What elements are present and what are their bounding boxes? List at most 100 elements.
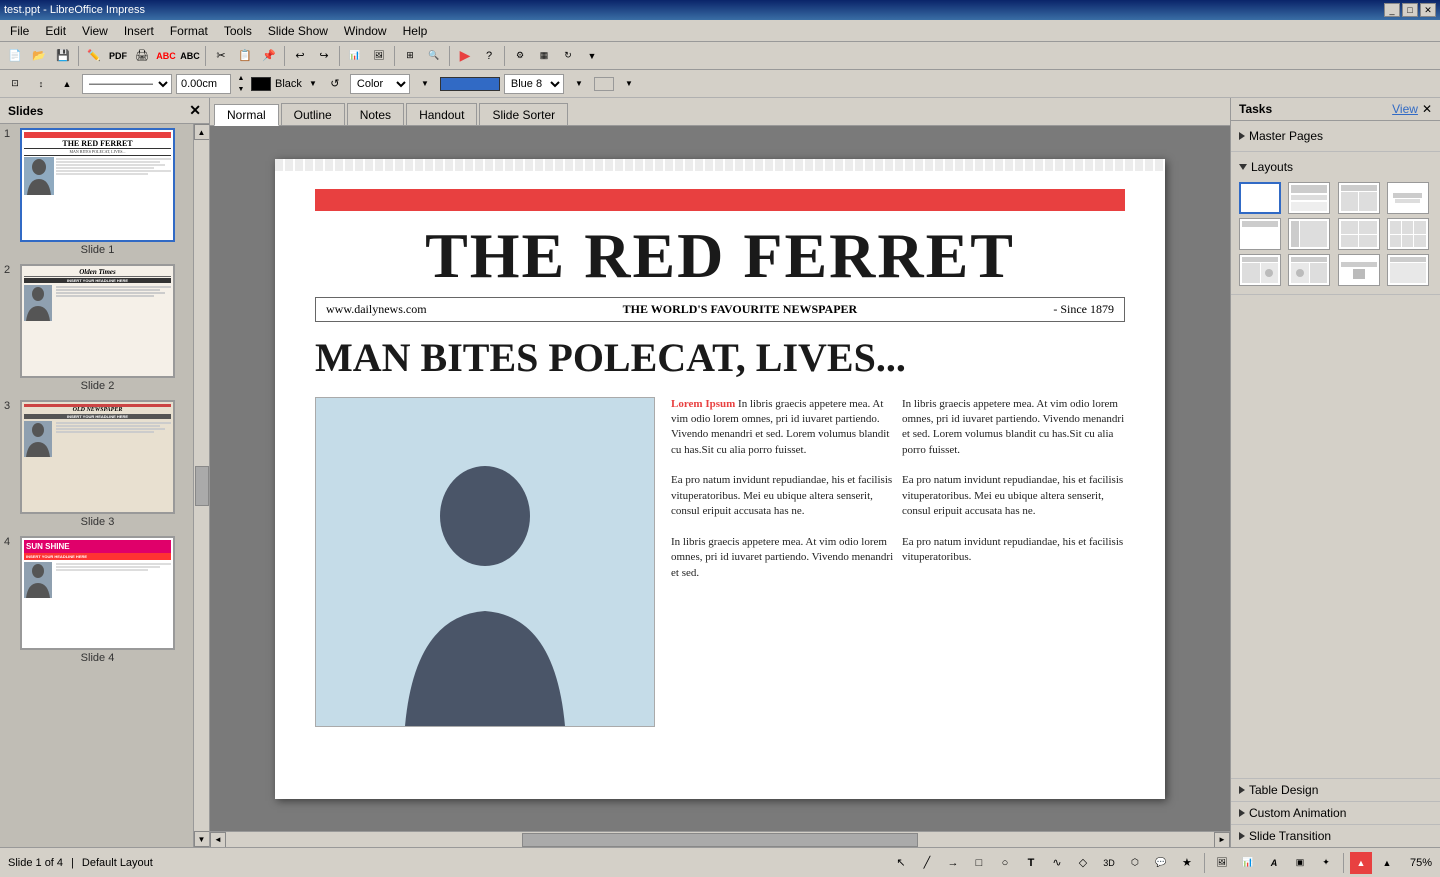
line-width-input[interactable]: 0.00cm — [176, 74, 231, 94]
navigator-button[interactable]: ⊞ — [399, 45, 421, 67]
slides-scroll-up[interactable]: ▲ — [194, 124, 210, 140]
effects-btn[interactable]: ✦ — [1315, 852, 1337, 874]
tab-notes[interactable]: Notes — [347, 103, 404, 125]
reset-button[interactable]: ↺ — [324, 73, 346, 95]
spellcheck-button[interactable]: ABC — [155, 45, 177, 67]
rotate-button[interactable]: ↻ — [557, 45, 579, 67]
slides-list[interactable]: 1 THE RED FERRET MAN BITES POLECAT, LIVE… — [0, 124, 193, 847]
layout-vertical[interactable] — [1288, 218, 1330, 250]
insert-image[interactable]: 🖼 — [1211, 852, 1233, 874]
spin-up[interactable]: ▲ — [56, 73, 78, 95]
new-button[interactable]: 📄 — [4, 45, 26, 67]
right-panel-close[interactable]: ✕ — [1422, 102, 1432, 116]
tab-slide-sorter[interactable]: Slide Sorter — [479, 103, 568, 125]
copy-button[interactable]: 📋 — [234, 45, 256, 67]
slide-thumb-3[interactable]: OLD NEWSPAPER INSERT YOUR HEADLINE HERE — [20, 400, 175, 514]
draw-rect[interactable]: □ — [968, 852, 990, 874]
layout-centered[interactable] — [1387, 182, 1429, 214]
draw-stars[interactable]: ★ — [1176, 852, 1198, 874]
table-design-section[interactable]: Table Design — [1231, 778, 1440, 801]
fontwork[interactable]: A — [1263, 852, 1285, 874]
slide-item-4[interactable]: 4 SUN SHINE INSERT YOUR HEADLINE HERE — [4, 536, 189, 664]
layout-4-content[interactable] — [1338, 218, 1380, 250]
tab-outline[interactable]: Outline — [281, 103, 345, 125]
draw-ellipse[interactable]: ○ — [994, 852, 1016, 874]
pdf-button[interactable]: PDF — [107, 45, 129, 67]
draw-curves[interactable]: ∿ — [1046, 852, 1068, 874]
menu-help[interactable]: Help — [395, 22, 436, 40]
layouts-header[interactable]: Layouts — [1239, 156, 1432, 178]
insert-chart[interactable]: 📊 — [1237, 852, 1259, 874]
layout-title-2col[interactable] — [1338, 182, 1380, 214]
area-dropdown-btn[interactable]: ▼ — [414, 73, 436, 95]
slide-thumb-4[interactable]: SUN SHINE INSERT YOUR HEADLINE HERE — [20, 536, 175, 650]
slides-scroll-down[interactable]: ▼ — [194, 831, 210, 847]
slide-thumb-2[interactable]: Olden Times INSERT YOUR HEADLINE HERE — [20, 264, 175, 378]
slides-close-icon[interactable]: ✕ — [189, 102, 201, 119]
spellcheck2-button[interactable]: ABC — [179, 45, 201, 67]
tools2-button[interactable]: ⚙ — [509, 45, 531, 67]
arrange-button[interactable]: ▦ — [533, 45, 555, 67]
layout-title-clip[interactable] — [1338, 254, 1380, 286]
open-button[interactable]: 📂 — [28, 45, 50, 67]
draw-text[interactable]: T — [1020, 852, 1042, 874]
layout-clip[interactable] — [1239, 254, 1281, 286]
layout-title-centered[interactable] — [1387, 254, 1429, 286]
master-pages-header[interactable]: Master Pages — [1239, 125, 1432, 147]
layout-flip-clip[interactable] — [1288, 254, 1330, 286]
width-down[interactable]: ▼ — [235, 84, 247, 94]
play-button[interactable]: ▶ — [454, 45, 476, 67]
minimize-button[interactable]: _ — [1384, 3, 1400, 17]
tab-handout[interactable]: Handout — [406, 103, 477, 125]
chart-button[interactable]: 📊 — [344, 45, 366, 67]
menu-file[interactable]: File — [2, 22, 37, 40]
line-style-select[interactable]: —————— — [82, 74, 172, 94]
slides-scrollbar[interactable]: ▲ ▼ — [193, 124, 209, 847]
slide-item-1[interactable]: 1 THE RED FERRET MAN BITES POLECAT, LIVE… — [4, 128, 189, 256]
titlebar-controls[interactable]: _ □ ✕ — [1384, 3, 1436, 17]
redo-button[interactable]: ↪ — [313, 45, 335, 67]
color-dropdown[interactable]: ▼ — [306, 73, 320, 95]
draw-3d[interactable]: 3D — [1098, 852, 1120, 874]
maximize-button[interactable]: □ — [1402, 3, 1418, 17]
fill-color-btn[interactable]: ▲ — [1350, 852, 1372, 874]
draw-flowchart[interactable]: ⬡ — [1124, 852, 1146, 874]
close-button[interactable]: ✕ — [1420, 3, 1436, 17]
cut-button[interactable]: ✂ — [210, 45, 232, 67]
custom-animation-section[interactable]: Custom Animation — [1231, 801, 1440, 824]
area-color-dropdown[interactable]: ▼ — [568, 73, 590, 95]
draw-arrow[interactable]: → — [942, 852, 964, 874]
gallery-button[interactable]: 🖼 — [368, 45, 390, 67]
hscroll-right[interactable]: ► — [1214, 832, 1230, 848]
menu-edit[interactable]: Edit — [37, 22, 74, 40]
draw-shapes[interactable]: ◇ — [1072, 852, 1094, 874]
more-button[interactable]: ▼ — [581, 45, 603, 67]
canvas-scroll[interactable]: THE RED FERRET www.dailynews.com THE WOR… — [210, 126, 1230, 831]
help2-button[interactable]: ? — [478, 45, 500, 67]
width-spinner[interactable]: ▲ ▼ — [235, 73, 247, 94]
menu-view[interactable]: View — [74, 22, 116, 40]
slide-item-2[interactable]: 2 Olden Times INSERT YOUR HEADLINE HERE — [4, 264, 189, 392]
draw-callout[interactable]: 💬 — [1150, 852, 1172, 874]
layout-blank[interactable] — [1239, 182, 1281, 214]
shadow-dropdown[interactable]: ▼ — [618, 73, 640, 95]
save-button[interactable]: 💾 — [52, 45, 74, 67]
tab-normal[interactable]: Normal — [214, 104, 279, 126]
layout-title-content[interactable] — [1288, 182, 1330, 214]
view-label[interactable]: View — [1392, 102, 1418, 116]
zoom-button[interactable]: 🔍 — [423, 45, 445, 67]
align-button[interactable]: ↕ — [30, 73, 52, 95]
menu-tools[interactable]: Tools — [216, 22, 260, 40]
canvas-hscroll[interactable]: ◄ ► — [210, 831, 1230, 847]
paste-button[interactable]: 📌 — [258, 45, 280, 67]
slide-thumb-1[interactable]: THE RED FERRET MAN BITES POLECAT, LIVES.… — [20, 128, 175, 242]
menu-window[interactable]: Window — [336, 22, 395, 40]
snap-button[interactable]: ⊡ — [4, 73, 26, 95]
menu-format[interactable]: Format — [162, 22, 216, 40]
line-color-btn[interactable]: ▲ — [1376, 852, 1398, 874]
area-type-select[interactable]: Color — [350, 74, 410, 94]
undo-button[interactable]: ↩ — [289, 45, 311, 67]
print-button[interactable]: 🖨 — [131, 45, 153, 67]
menu-insert[interactable]: Insert — [116, 22, 162, 40]
slide-transition-section[interactable]: Slide Transition — [1231, 824, 1440, 847]
